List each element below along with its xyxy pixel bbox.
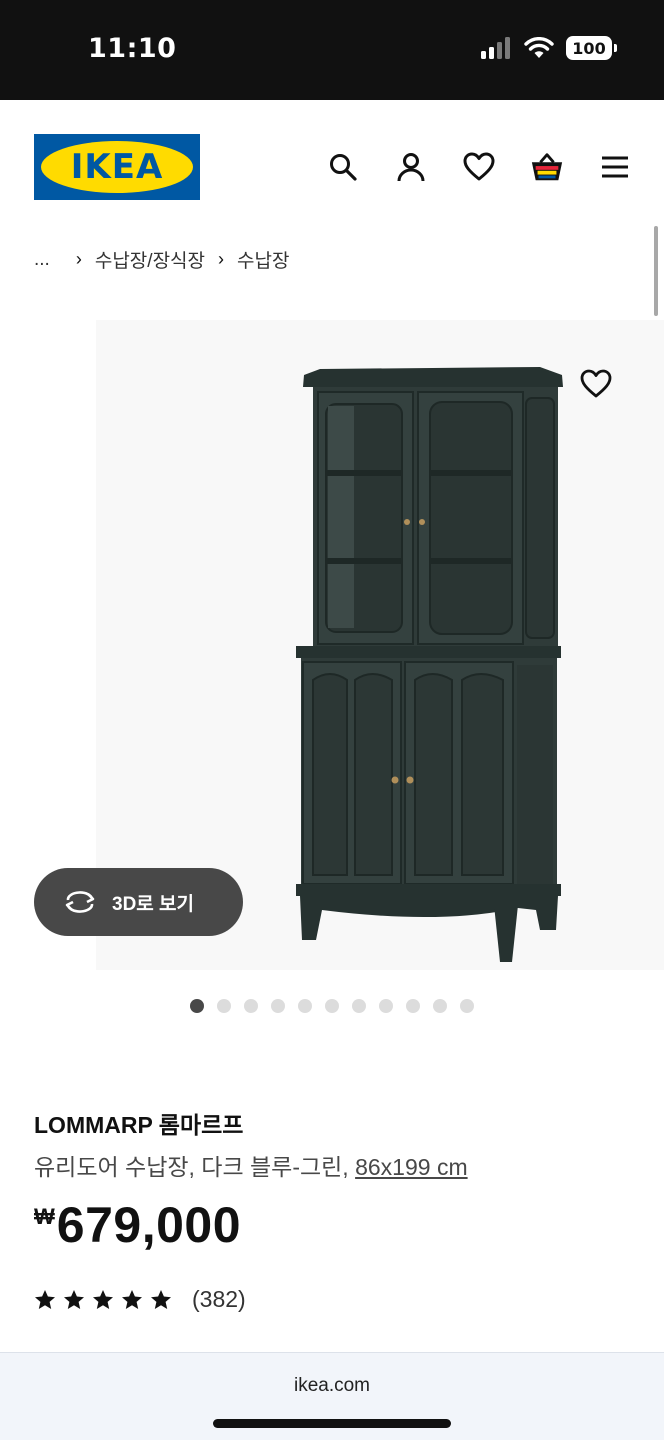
review-count: (382) [192,1286,246,1312]
user-icon[interactable] [394,150,428,184]
gallery-dot[interactable] [325,999,339,1013]
wifi-icon [524,37,554,58]
product-description: 유리도어 수납장, 다크 블루-그린, 86x199 cm [34,1148,468,1182]
product-name: LOMMARP 롬마르프 [34,1112,244,1138]
product-type-color: 유리도어 수납장, 다크 블루-그린, [34,1154,356,1180]
star-icon [151,1290,171,1309]
gallery-dot[interactable] [190,999,204,1013]
site-header: IKEA [0,100,664,230]
basket-icon[interactable] [530,150,564,184]
signal-icon [481,37,510,59]
star-icon [93,1290,113,1309]
rotate-3d-icon [65,891,95,913]
gallery-dot[interactable] [433,999,447,1013]
product-dimensions-link[interactable]: 86x199 cm [355,1154,468,1180]
search-icon[interactable] [326,150,360,184]
status-icons: 100 [480,36,617,60]
heart-icon[interactable] [462,150,496,184]
status-time: 11:10 [88,33,177,64]
rating-stars [34,1289,172,1310]
gallery-dot[interactable] [379,999,393,1013]
battery-indicator: 100 [566,36,617,60]
url-text[interactable]: ikea.com [0,1375,664,1397]
scrollbar[interactable] [654,226,658,316]
home-indicator [213,1419,451,1428]
price-amount: 679,000 [56,1197,242,1253]
chevron-right-icon: › [218,249,225,269]
view-3d-button[interactable]: 3D로 보기 [34,868,243,936]
logo-text: IKEA [70,147,164,187]
star-icon [122,1290,142,1309]
gallery-dot[interactable] [298,999,312,1013]
star-icon [64,1290,84,1309]
star-icon [35,1290,55,1309]
breadcrumb-item-storage-display[interactable]: 수납장/장식장 [95,246,205,273]
gallery-dot[interactable] [217,999,231,1013]
gallery-dot[interactable] [271,999,285,1013]
gallery-dot[interactable] [460,999,474,1013]
gallery-dot[interactable] [352,999,366,1013]
currency-symbol: ₩ [34,1204,55,1229]
favorite-heart-icon[interactable] [578,366,614,402]
gallery-pagination [190,999,474,1013]
ikea-logo[interactable]: IKEA [34,134,200,200]
status-bar: 11:10 100 [0,0,664,100]
browser-address-bar[interactable]: ikea.com [0,1352,664,1440]
header-actions [326,150,632,184]
product-price: ₩ 679,000 [34,1196,241,1254]
breadcrumb-ellipsis[interactable]: ... [34,249,50,271]
menu-icon[interactable] [598,150,632,184]
logo-ellipse: IKEA [41,141,193,193]
view-3d-label: 3D로 보기 [112,893,195,915]
gallery-dot[interactable] [406,999,420,1013]
breadcrumb-item-storage[interactable]: 수납장 [237,246,289,273]
product-rating[interactable]: (382) [34,1286,246,1313]
gallery-dot[interactable] [244,999,258,1013]
chevron-right-icon: › [75,249,82,269]
breadcrumb: ... › 수납장/장식장 › 수납장 [34,246,289,273]
